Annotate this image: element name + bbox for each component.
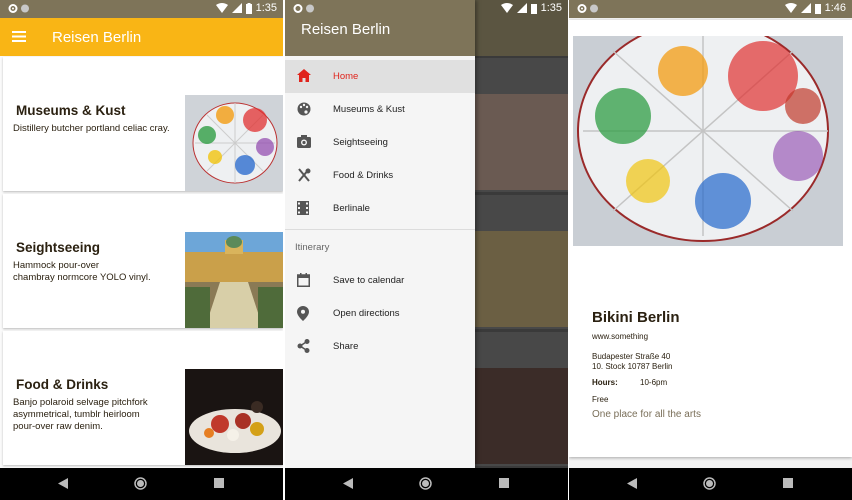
drawer-item-label: Save to calendar bbox=[333, 275, 405, 286]
nav-bar bbox=[285, 468, 568, 500]
wifi-icon bbox=[784, 3, 797, 13]
price: Free bbox=[592, 395, 609, 404]
battery-icon bbox=[814, 3, 821, 14]
detail-image bbox=[573, 36, 843, 246]
card-description: Banjo polaroid selvage pitchfork asymmet… bbox=[13, 397, 183, 433]
detail-screen: 1:46 Bikini Berlin www.something Budapes… bbox=[569, 0, 852, 500]
status-bar: 1:46 bbox=[569, 0, 852, 18]
menu-icon[interactable] bbox=[12, 31, 26, 42]
restaurant-icon bbox=[298, 168, 311, 182]
drawer-item-share[interactable]: Share bbox=[285, 330, 475, 363]
nav-bar bbox=[0, 468, 283, 500]
card-image bbox=[185, 95, 283, 191]
detail-card: Bikini Berlin www.something Budapester S… bbox=[569, 20, 852, 457]
palette-icon bbox=[297, 102, 311, 116]
description-line: asymmetrical, tumblr heirloom bbox=[13, 409, 140, 420]
drawer-item-label: Seightseeing bbox=[333, 137, 388, 148]
home-nav-icon[interactable] bbox=[419, 477, 432, 490]
drawer-item-open-directions[interactable]: Open directions bbox=[285, 297, 475, 330]
card-sightseeing[interactable]: Seightseeing Hammock pour-over chambray … bbox=[3, 194, 283, 328]
card-title: Museums & Kust bbox=[16, 103, 126, 118]
card-title: Food & Drinks bbox=[16, 377, 109, 392]
detail-website[interactable]: www.something bbox=[592, 332, 648, 341]
back-icon[interactable] bbox=[58, 478, 68, 489]
description-line: chambray normcore YOLO vinyl. bbox=[13, 272, 151, 283]
drawer-item-berlinale[interactable]: Berlinale bbox=[285, 192, 475, 225]
card-museums[interactable]: Museums & Kust Distillery butcher portla… bbox=[3, 57, 283, 191]
drawer-item-museums[interactable]: Museums & Kust bbox=[285, 93, 475, 126]
recents-icon[interactable] bbox=[783, 478, 793, 488]
list-screen: 1:35 Reisen Berlin Museums & Kust Distil… bbox=[0, 0, 283, 500]
status-right-icons: 1:35 bbox=[215, 2, 277, 14]
card-description: Hammock pour-over chambray normcore YOLO… bbox=[13, 260, 183, 284]
signal-icon bbox=[800, 3, 811, 13]
hours-value: 10-6pm bbox=[640, 378, 668, 387]
detail-address-line1: Budapester Straße 40 bbox=[592, 352, 671, 361]
home-nav-icon[interactable] bbox=[703, 477, 716, 490]
app-title: Reisen Berlin bbox=[52, 29, 142, 46]
drawer-screen: 1:35 Reisen Berlin Home Museums & Kust S… bbox=[285, 0, 568, 500]
card-image bbox=[185, 369, 283, 465]
battery-icon bbox=[530, 3, 537, 14]
drawer-item-sightseeing[interactable]: Seightseeing bbox=[285, 126, 475, 159]
signal-icon bbox=[231, 3, 242, 13]
navigation-drawer: Reisen Berlin Home Museums & Kust Seight… bbox=[285, 0, 475, 468]
status-right-icons: 1:46 bbox=[784, 2, 846, 14]
drawer-item-food[interactable]: Food & Drinks bbox=[285, 159, 475, 192]
camera-icon bbox=[297, 135, 311, 148]
drawer-item-label: Berlinale bbox=[333, 203, 370, 214]
drawer-item-save-to-calendar[interactable]: Save to calendar bbox=[285, 264, 475, 297]
drawer-item-label: Food & Drinks bbox=[333, 170, 394, 181]
drawer-item-label: Open directions bbox=[333, 308, 400, 319]
status-left-icons bbox=[577, 3, 599, 17]
location-pin-icon bbox=[297, 306, 309, 321]
recents-icon[interactable] bbox=[214, 478, 224, 488]
film-icon bbox=[297, 201, 309, 215]
description-line: Hammock pour-over bbox=[13, 260, 100, 271]
status-left-icons bbox=[293, 4, 314, 13]
signal-icon bbox=[516, 3, 527, 13]
description-line: pour-over raw denim. bbox=[13, 421, 103, 432]
nav-bar bbox=[569, 468, 852, 500]
drawer-item-home[interactable]: Home bbox=[285, 60, 475, 93]
status-time: 1:35 bbox=[255, 2, 277, 14]
drawer-title: Reisen Berlin bbox=[301, 21, 391, 38]
recents-icon[interactable] bbox=[499, 478, 509, 488]
share-icon bbox=[297, 339, 310, 353]
card-food[interactable]: Food & Drinks Banjo polaroid selvage pit… bbox=[3, 331, 283, 465]
status-time: 1:46 bbox=[824, 2, 846, 14]
card-description: Distillery butcher portland celiac cray. bbox=[13, 123, 170, 134]
drawer-section-title: Itinerary bbox=[295, 242, 330, 253]
status-bar: 1:35 bbox=[0, 0, 283, 18]
app-bar: Reisen Berlin bbox=[0, 18, 283, 56]
card-image bbox=[185, 232, 283, 328]
status-left-icons bbox=[8, 3, 30, 17]
battery-icon bbox=[245, 2, 252, 14]
home-nav-icon[interactable] bbox=[134, 477, 147, 490]
detail-address-line2: 10. Stock 10787 Berlin bbox=[592, 362, 673, 371]
back-icon[interactable] bbox=[627, 478, 637, 489]
drawer-item-label: Museums & Kust bbox=[333, 104, 405, 115]
detail-title: Bikini Berlin bbox=[592, 309, 680, 326]
tagline: One place for all the arts bbox=[592, 409, 701, 420]
calendar-icon bbox=[297, 273, 310, 287]
drawer-header: Reisen Berlin bbox=[285, 0, 475, 56]
drawer-item-label: Share bbox=[333, 341, 359, 352]
description-line: Banjo polaroid selvage pitchfork bbox=[13, 397, 148, 408]
back-icon[interactable] bbox=[343, 478, 353, 489]
status-time: 1:35 bbox=[540, 2, 562, 14]
wifi-icon bbox=[500, 3, 513, 13]
hours-label: Hours: bbox=[592, 378, 618, 387]
card-title: Seightseeing bbox=[16, 240, 101, 255]
status-right-icons: 1:35 bbox=[500, 2, 562, 14]
home-icon bbox=[297, 69, 311, 82]
drawer-item-label: Home bbox=[333, 71, 359, 82]
wifi-icon bbox=[215, 3, 228, 13]
drawer-divider bbox=[285, 229, 475, 230]
